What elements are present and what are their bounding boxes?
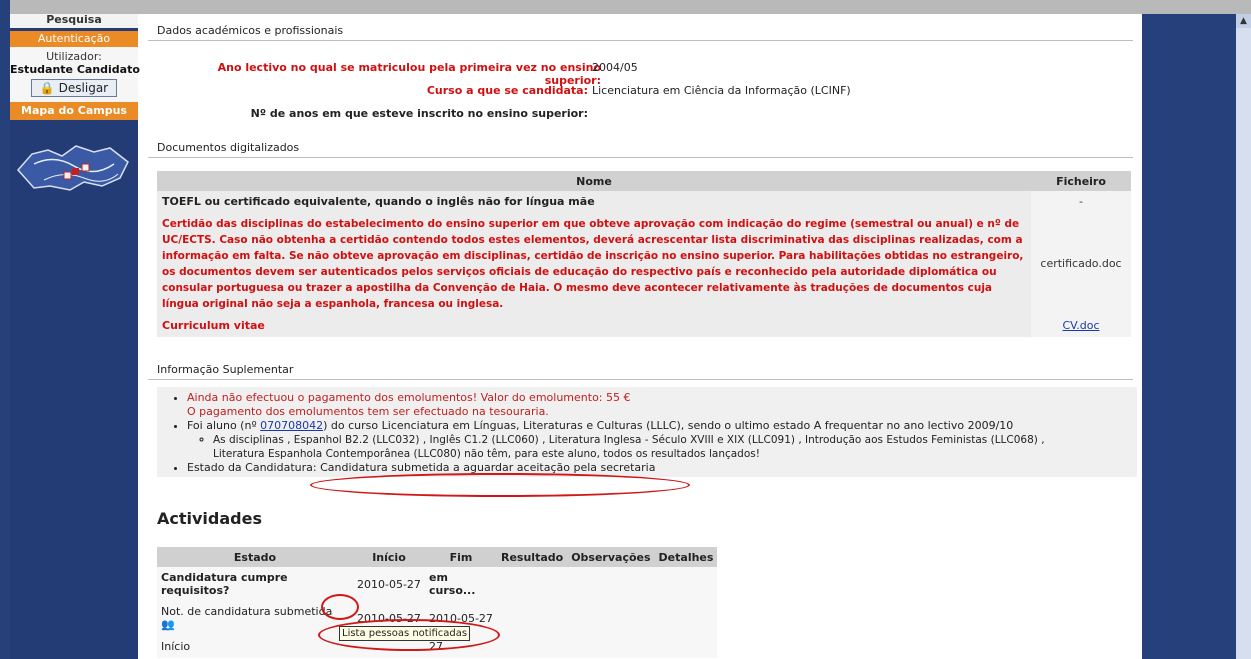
col-fim: Fim <box>425 547 497 567</box>
col-estado: Estado <box>157 547 353 567</box>
payment-note: O pagamento dos emolumentos tem ser efec… <box>187 405 549 418</box>
table-row: Certidão das disciplinas do estabelecime… <box>157 213 1131 315</box>
former-prefix: Foi aluno (nº <box>187 419 261 432</box>
act-observacoes <box>567 601 655 635</box>
window-top-bar <box>0 0 1251 14</box>
years-enrolled-label: Nº de anos em que esteve inscrito no ens… <box>250 107 588 120</box>
table-row: Candidatura cumpre requisitos? 2010-05-2… <box>157 567 718 601</box>
supplementary-info: Ainda não efectuou o pagamento dos emolu… <box>157 387 1137 477</box>
user-label: Utilizador: <box>46 50 102 63</box>
user-name: Estudante Candidato <box>10 63 140 76</box>
first-year-value: 2004/05 <box>592 61 638 74</box>
col-inicio: Início <box>353 547 425 567</box>
course-label: Curso a que se candidata: <box>426 84 588 97</box>
right-background <box>1142 14 1236 659</box>
campus-map-image[interactable] <box>14 134 134 196</box>
left-background <box>0 0 10 659</box>
act-estado: Candidatura cumpre requisitos? <box>157 567 353 601</box>
logout-button[interactable]: 🔒 Desligar <box>30 79 118 97</box>
doc-file-link[interactable]: CV.doc <box>1062 319 1099 332</box>
doc-name: Certidão das disciplinas do estabelecime… <box>157 213 1031 315</box>
act-resultado <box>497 567 568 601</box>
supplementary-section-title: Informação Suplementar <box>148 363 1133 380</box>
disciplines-line-2: Literatura Espanhola Contemporânea (LLC0… <box>213 448 760 460</box>
doc-file: - <box>1031 191 1131 213</box>
act-observacoes <box>567 635 655 658</box>
list-item: As disciplinas , Espanhol B2.2 (LLC032) … <box>213 433 1137 461</box>
act-detalhes <box>654 601 718 635</box>
disciplines-line-1: As disciplinas , Espanhol B2.2 (LLC032) … <box>213 434 1045 446</box>
documents-section-title: Documentos digitalizados <box>148 141 1133 158</box>
act-observacoes <box>567 567 655 601</box>
act-inicio: 2010-05-27 <box>353 567 425 601</box>
doc-file[interactable]: certificado.doc <box>1031 213 1131 315</box>
col-file: Ficheiro <box>1031 171 1131 191</box>
student-number-link[interactable]: 070708042 <box>260 419 323 432</box>
sidebar: Pesquisa Autenticação Utilizador: Estuda… <box>10 14 140 659</box>
lock-icon: 🔒 <box>39 81 55 95</box>
payment-warning: Ainda não efectuou o pagamento dos emolu… <box>187 391 631 404</box>
logout-label: Desligar <box>58 81 109 95</box>
act-estado: Not. de candidatura submetida <box>161 605 333 618</box>
act-detalhes <box>654 567 718 601</box>
map-header[interactable]: Mapa do Campus <box>10 102 138 120</box>
col-observacoes: Observações <box>567 547 655 567</box>
tooltip-highlight-ellipse <box>318 619 500 651</box>
scroll-up-icon[interactable]: ▲ <box>1236 14 1251 28</box>
table-row: Curriculum vitae CV.doc <box>157 315 1131 337</box>
user-panel: Utilizador: Estudante Candidato 🔒 Deslig… <box>10 47 140 102</box>
main-content: Dados académicos e profissionais Ano lec… <box>148 14 1138 659</box>
doc-file-cell: CV.doc <box>1031 315 1131 337</box>
doc-name: TOEFL ou certificado equivalente, quando… <box>157 191 1031 213</box>
academic-section-title: Dados académicos e profissionais <box>148 24 1133 41</box>
former-suffix: ) do curso Licenciatura em Línguas, Lite… <box>323 419 1014 432</box>
people-icon[interactable]: 👥 <box>161 618 175 631</box>
table-row: TOEFL ou certificado equivalente, quando… <box>157 191 1131 213</box>
col-detalhes: Detalhes <box>654 547 718 567</box>
list-item: Foi aluno (nº 070708042) do curso Licenc… <box>187 419 1137 461</box>
status-highlight-ellipse <box>310 473 690 497</box>
activities-title: Actividades <box>157 509 262 528</box>
documents-table: Nome Ficheiro TOEFL ou certificado equiv… <box>157 171 1131 337</box>
act-detalhes <box>654 635 718 658</box>
doc-name: Curriculum vitae <box>157 315 1031 337</box>
icon-highlight-ellipse <box>321 594 359 620</box>
course-value: Licenciatura em Ciência da Informação (L… <box>592 84 851 97</box>
act-resultado <box>497 635 568 658</box>
act-resultado <box>497 601 568 635</box>
status-label: Estado da Candidatura: <box>187 461 317 474</box>
auth-header: Autenticação <box>10 31 138 47</box>
list-item: Ainda não efectuou o pagamento dos emolu… <box>187 391 1137 419</box>
col-name: Nome <box>157 171 1031 191</box>
col-resultado: Resultado <box>497 547 568 567</box>
vertical-scrollbar[interactable]: ▲ <box>1236 14 1251 659</box>
list-item: Estado da Candidatura: Candidatura subme… <box>187 461 1137 475</box>
act-fim: em curso... <box>425 567 497 601</box>
sidebar-search-label[interactable]: Pesquisa <box>10 14 138 28</box>
